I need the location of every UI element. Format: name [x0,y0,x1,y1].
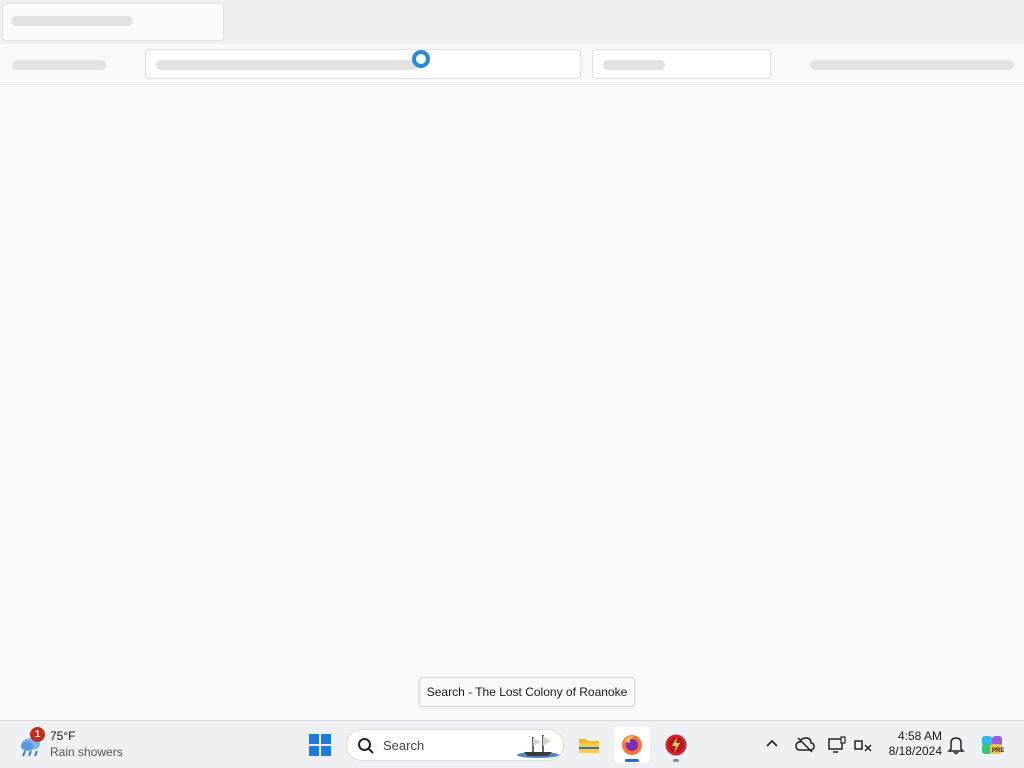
weather-temperature: 75°F [50,729,76,743]
page-content-area [0,85,1024,720]
notification-badge: 1 [30,727,45,742]
browser-tabstrip [0,0,1024,44]
copilot-icon[interactable]: PRE [980,733,1004,757]
active-indicator [625,759,639,762]
taskbar-search[interactable]: Search [346,729,564,761]
chevron-up-icon[interactable] [764,736,780,752]
search-highlight-ship-icon [517,735,559,758]
search-icon [358,738,374,754]
display-icon[interactable] [827,735,847,755]
taskbar: 1 75°F Rain showers Search 4:58 AM 8/18/… [0,720,1024,768]
network-icon[interactable] [853,735,873,755]
address-skeleton [156,60,418,70]
firefox-button[interactable] [614,727,650,763]
toolbar-right-skeleton [810,60,1014,70]
toolbar-left-skeleton [12,60,106,70]
tab-placeholder[interactable] [2,3,224,41]
file-explorer-button[interactable] [571,727,607,763]
red-app-button[interactable] [658,727,694,763]
svg-text:PRE: PRE [992,748,1004,754]
folder-icon [579,739,599,753]
running-indicator [673,759,679,762]
clock-time: 4:58 AM [897,729,942,743]
weather-widget[interactable]: 1 75°F Rain showers [16,727,136,763]
clock-date: 8/18/2024 [888,744,942,758]
system-clock[interactable]: 4:58 AM 8/18/2024 [876,729,942,759]
weather-condition: Rain showers [50,745,123,759]
search-field-placeholder[interactable] [592,49,771,79]
windows-start-icon[interactable] [306,731,334,759]
address-bar-placeholder[interactable] [145,49,581,79]
search-field-skeleton [603,60,665,70]
firefox-icon [622,735,642,755]
loading-spinner-icon [412,50,430,68]
red-app-icon [665,734,687,756]
tab-title-skeleton [11,16,133,26]
cloud-off-icon[interactable] [795,735,815,755]
taskbar-tooltip: Search - The Lost Colony of Roanoke [419,677,635,707]
browser-toolbar [0,44,1024,85]
search-label: Search [383,738,425,753]
notification-bell-icon[interactable] [947,735,965,755]
